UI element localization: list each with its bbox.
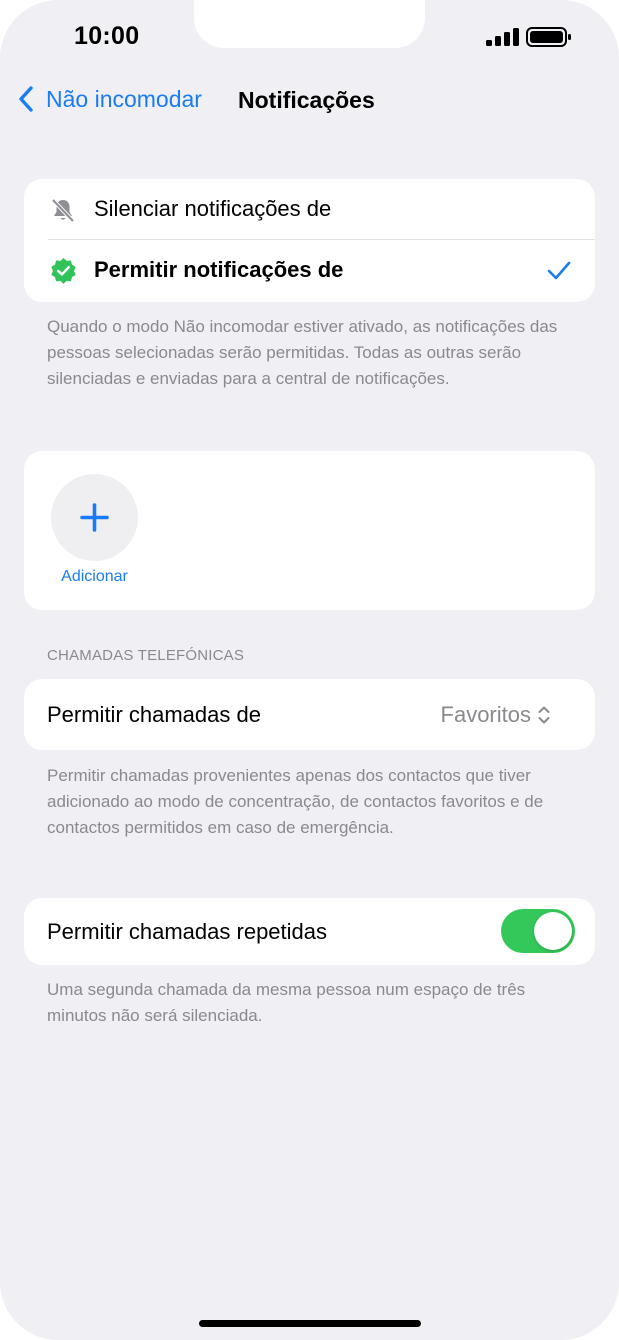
back-label: Não incomodar (46, 85, 202, 112)
repeated-calls-row: Permitir chamadas repetidas (24, 898, 595, 965)
add-person-label[interactable]: Adicionar (24, 568, 165, 586)
allow-calls-row[interactable]: Permitir chamadas de Favoritos (24, 679, 595, 750)
repeated-calls-label: Permitir chamadas repetidas (47, 919, 328, 944)
chevron-left-icon (19, 86, 33, 112)
allow-calls-label: Permitir chamadas de (47, 702, 261, 727)
cellular-signal-icon (486, 28, 519, 46)
people-card: Adicionar (24, 451, 595, 610)
add-person-button[interactable] (51, 474, 138, 561)
repeated-calls-footnote: Uma segunda chamada da mesma pessoa num … (47, 980, 526, 1025)
allow-calls-value: Favoritos (440, 702, 531, 727)
chevron-up-down-icon (538, 706, 550, 724)
option-label: Permitir notificações de (94, 257, 344, 282)
back-button[interactable]: Não incomodar (16, 85, 202, 113)
option-silence-notifications[interactable]: Silenciar notificações de (24, 179, 595, 240)
bell-slash-icon (51, 198, 75, 223)
notch (194, 0, 425, 48)
checkmark-icon (547, 261, 571, 280)
notification-mode-footnote: Quando o modo Não incomodar estiver ativ… (47, 317, 558, 388)
option-label: Silenciar notificações de (94, 196, 332, 221)
toggle-knob (534, 912, 572, 950)
allow-calls-footnote: Permitir chamadas provenientes apenas do… (47, 766, 544, 837)
calls-section-header: CHAMADAS TELEFÓNICAS (47, 647, 245, 664)
plus-icon (80, 503, 109, 532)
page-title: Notificações (238, 87, 375, 113)
home-indicator[interactable] (199, 1320, 421, 1327)
battery-icon (526, 27, 571, 47)
screen: 10:00 Não incomodar Notificações Silenci… (0, 0, 619, 1340)
option-allow-notifications[interactable]: Permitir notificações de (24, 240, 595, 302)
verified-badge-icon (51, 257, 76, 284)
notification-mode-card: Silenciar notificações de Permitir notif… (24, 179, 595, 302)
repeated-calls-toggle[interactable] (501, 909, 575, 953)
status-time: 10:00 (74, 22, 140, 50)
